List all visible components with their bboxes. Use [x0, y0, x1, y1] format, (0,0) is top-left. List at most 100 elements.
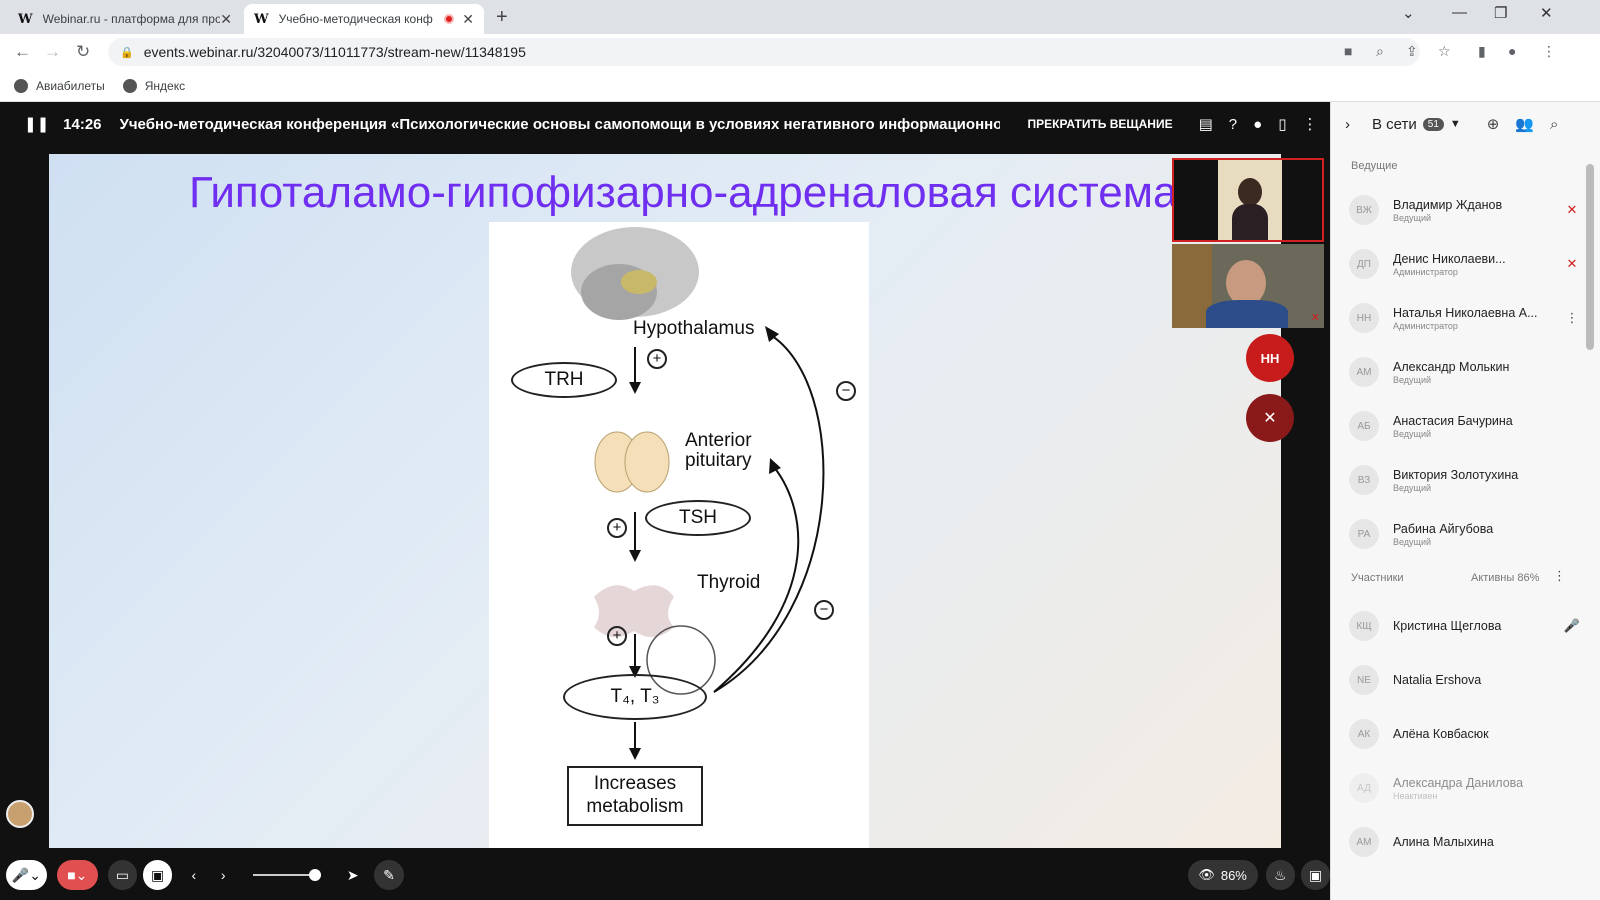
recording-icon: [444, 14, 455, 24]
trh-ellipse: TRH: [511, 362, 617, 398]
host-item[interactable]: АБ Анастасия Бачурина Ведущий: [1349, 402, 1581, 450]
person-role: Ведущий: [1393, 212, 1432, 223]
video-tile-presenter-1[interactable]: [1172, 158, 1324, 242]
volume-slider[interactable]: [252, 869, 321, 881]
bookmarks-bar: Авиабилеты Яндекс: [0, 70, 1600, 102]
question-icon[interactable]: ?: [1229, 116, 1237, 133]
video-tile-presenter-2[interactable]: ✕: [1172, 244, 1324, 328]
back-arrow-icon[interactable]: ←: [14, 42, 31, 62]
muted-mic-icon[interactable]: ✕: [1246, 394, 1294, 442]
group-icon[interactable]: 👥: [1515, 115, 1534, 133]
bookmark-star-icon[interactable]: ☆: [1438, 43, 1451, 60]
participant-item[interactable]: КЩ Кристина Щеглова 🎤: [1349, 602, 1581, 650]
minus-sign: −: [836, 381, 856, 401]
menu-dots-icon[interactable]: ⋮: [1542, 43, 1556, 60]
file-icon[interactable]: ▯: [1278, 115, 1286, 133]
next-slide-icon[interactable]: ›: [212, 860, 235, 890]
avatar: ДП: [1349, 249, 1379, 279]
speaker-avatar[interactable]: НН: [1246, 334, 1294, 382]
online-count-badge: 51: [1422, 117, 1444, 131]
close-tab-icon[interactable]: ✕: [462, 11, 474, 28]
pointer-icon[interactable]: ➤: [341, 860, 364, 890]
volume-slider-handle[interactable]: [309, 869, 321, 881]
bottom-controls: 🎤⌄ ■⌄ ▭ ▣ ‹ › ➤ ✎ 👁 86% ♨ ▣: [0, 800, 1331, 900]
search-icon[interactable]: ⌕: [1550, 116, 1558, 133]
pause-icon[interactable]: ❚❚: [24, 115, 49, 133]
more-dots-icon[interactable]: ⋮: [1302, 115, 1317, 133]
more-dots-icon[interactable]: ⋮: [1553, 568, 1566, 584]
muted-mic-icon: ✕: [1566, 202, 1578, 217]
screen-share-icon[interactable]: ▭: [107, 860, 137, 890]
more-dots-icon[interactable]: ⋮: [1563, 310, 1581, 326]
hypothalamus-label: Hypothalamus: [633, 318, 755, 339]
stream-time: 14:26: [63, 115, 102, 133]
viewers-indicator[interactable]: 👁 86%: [1187, 860, 1258, 890]
host-item[interactable]: НН Наталья Николаевна А... Администратор …: [1349, 294, 1581, 342]
pituitary-image: [594, 431, 670, 493]
person-name: Виктория Золотухина: [1393, 467, 1519, 482]
restore-button[interactable]: ❐: [1494, 4, 1507, 22]
zoom-icon[interactable]: ⌕: [1376, 43, 1384, 60]
draw-tool-icon[interactable]: ✎: [374, 860, 404, 890]
host-item[interactable]: ДП Денис Николаеви... Администратор ✕: [1349, 240, 1581, 288]
person-body: [1232, 204, 1268, 240]
host-item[interactable]: ВЖ Владимир Жданов Ведущий ✕: [1349, 186, 1581, 234]
new-tab-button[interactable]: +: [496, 6, 508, 29]
add-icon[interactable]: ⊕: [1487, 115, 1500, 133]
person-name: Наталья Николаевна А...: [1393, 305, 1538, 320]
avatar: АК: [1349, 719, 1379, 749]
collapse-chevron-icon[interactable]: ›: [1345, 116, 1350, 133]
avatar: АБ: [1349, 411, 1379, 441]
minimize-button[interactable]: —: [1452, 4, 1467, 21]
tab-search-chevron-icon[interactable]: ⌄: [1402, 4, 1415, 22]
person-name: Рабина Айгубова: [1393, 521, 1494, 536]
arrowhead-2: [629, 550, 641, 562]
lock-icon: 🔒: [120, 46, 134, 59]
person-name: Александра Данилова: [1393, 775, 1524, 790]
participant-item[interactable]: АД Александра Данилова Неактивен: [1349, 764, 1581, 812]
zoom-percent: 86%: [1220, 867, 1247, 883]
microphone-button[interactable]: 🎤⌄: [6, 860, 47, 890]
feedback-arrowhead-inner: [769, 458, 781, 474]
plus-sign: +: [607, 626, 627, 646]
reload-icon[interactable]: ↻: [76, 42, 90, 62]
participants-sidebar: › В сети 51 ▼ ⊕ 👥 ⌕ Ведущие ВЖ Владимир …: [1330, 102, 1600, 900]
user-icon[interactable]: ●: [1253, 116, 1262, 133]
forward-arrow-icon[interactable]: →: [44, 42, 61, 62]
browser-tab-webinar[interactable]: W Webinar.ru - платформа для про ✕: [8, 4, 242, 34]
fire-icon[interactable]: ♨: [1265, 860, 1295, 890]
camera-off-button[interactable]: ■⌄: [56, 860, 98, 890]
prev-slide-icon[interactable]: ‹: [182, 860, 205, 890]
close-window-button[interactable]: ✕: [1540, 4, 1553, 22]
host-item[interactable]: ВЗ Виктория Золотухина Ведущий: [1349, 456, 1581, 504]
participant-item[interactable]: АК Алёна Ковбасюк: [1349, 710, 1581, 758]
thyroid-image: [594, 585, 674, 638]
host-item[interactable]: АМ Александр Молькин Ведущий: [1349, 348, 1581, 396]
url-bar[interactable]: 🔒 events.webinar.ru/32040073/11011773/st…: [108, 38, 1420, 66]
camera-icon[interactable]: ■: [1344, 43, 1352, 59]
presentation-icon[interactable]: ▣: [142, 860, 173, 890]
layout-icon[interactable]: ▣: [1300, 860, 1331, 890]
participant-item[interactable]: NE Natalia Ershova: [1349, 656, 1581, 704]
side-panel-icon[interactable]: ▮: [1478, 43, 1486, 60]
share-icon[interactable]: ⇪: [1406, 43, 1418, 60]
tsh-ellipse: TSH: [645, 500, 751, 536]
online-label[interactable]: В сети: [1372, 116, 1417, 133]
stop-broadcast-button[interactable]: ПРЕКРАТИТЬ ВЕЩАНИЕ: [1028, 117, 1173, 131]
person-role: Ведущий: [1393, 482, 1432, 493]
tab-title: Учебно-методическая конф: [278, 12, 433, 26]
dropdown-icon[interactable]: ▼: [1450, 118, 1461, 130]
close-tab-icon[interactable]: ✕: [220, 11, 232, 28]
bookmark-aviabilety[interactable]: Авиабилеты: [14, 78, 105, 93]
chat-icon[interactable]: ▤: [1199, 115, 1213, 133]
person-name: Алина Малыхина: [1393, 835, 1494, 849]
participant-item[interactable]: АМ Алина Малыхина: [1349, 818, 1581, 866]
scrollbar[interactable]: [1586, 164, 1594, 350]
profile-icon[interactable]: ●: [1508, 43, 1516, 59]
host-item[interactable]: РА Рабина Айгубова Ведущий: [1349, 510, 1581, 558]
address-row: ← → ↻ 🔒 events.webinar.ru/32040073/11011…: [0, 34, 1600, 70]
browser-tab-conference[interactable]: W Учебно-методическая конф ✕: [244, 4, 484, 34]
bookmark-yandex[interactable]: Яндекс: [122, 78, 185, 93]
person-name: Александр Молькин: [1393, 359, 1510, 374]
sidebar-header: › В сети 51 ▼ ⊕ 👥 ⌕: [1331, 102, 1600, 146]
